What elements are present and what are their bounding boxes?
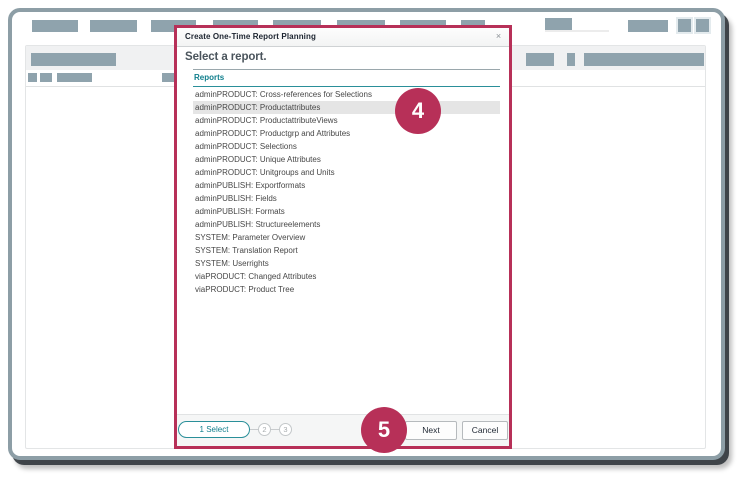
wizard-steps: 1 Select 2 3	[178, 421, 292, 438]
report-list: adminPRODUCT: Cross-references for Selec…	[193, 88, 500, 296]
panel-header-placeholder	[584, 53, 704, 66]
report-list-item[interactable]: adminPRODUCT: Productattributes	[193, 101, 500, 114]
report-list-item[interactable]: SYSTEM: Userrights	[193, 257, 500, 270]
report-list-item[interactable]: adminPRODUCT: Unique Attributes	[193, 153, 500, 166]
report-list-item[interactable]: adminPUBLISH: Formats	[193, 205, 500, 218]
menu-placeholder	[32, 20, 78, 32]
annotation-step-5-badge: 5	[361, 407, 407, 453]
report-list-header: Reports	[193, 69, 500, 87]
cancel-button[interactable]: Cancel	[462, 421, 508, 440]
toolbar-placeholder	[40, 73, 52, 82]
next-button[interactable]: Next	[405, 421, 457, 440]
panel-header-placeholder	[567, 53, 575, 66]
wizard-step-1-select[interactable]: 1 Select	[178, 421, 250, 438]
panel-header-placeholder	[526, 53, 554, 66]
report-list-item[interactable]: adminPRODUCT: Unitgroups and Units	[193, 166, 500, 179]
wizard-connector	[271, 429, 279, 430]
report-list-item[interactable]: adminPUBLISH: Structureelements	[193, 218, 500, 231]
close-icon[interactable]: ×	[493, 31, 504, 42]
report-list-item[interactable]: viaPRODUCT: Changed Attributes	[193, 270, 500, 283]
panel-title-placeholder	[31, 53, 116, 66]
create-report-dialog: Create One-Time Report Planning × Select…	[174, 25, 512, 449]
dialog-titlebar[interactable]: Create One-Time Report Planning ×	[177, 28, 509, 47]
wizard-step-3: 3	[279, 423, 292, 436]
menu-placeholder	[628, 20, 668, 32]
report-list-item[interactable]: adminPRODUCT: Productgrp and Attributes	[193, 127, 500, 140]
menu-underline-placeholder	[545, 30, 609, 32]
report-list-item[interactable]: adminPRODUCT: Cross-references for Selec…	[193, 88, 500, 101]
toolbar-placeholder	[162, 73, 174, 82]
toolbar-button-placeholder	[676, 17, 693, 34]
report-list-item[interactable]: adminPRODUCT: Selections	[193, 140, 500, 153]
report-list-item[interactable]: viaPRODUCT: Product Tree	[193, 283, 500, 296]
toolbar-placeholder	[57, 73, 92, 82]
menu-placeholder	[90, 20, 137, 32]
dialog-heading: Select a report.	[185, 51, 267, 63]
report-list-item[interactable]: adminPUBLISH: Exportformats	[193, 179, 500, 192]
wizard-connector	[250, 429, 258, 430]
report-list-item[interactable]: SYSTEM: Translation Report	[193, 244, 500, 257]
dialog-footer: 1 Select 2 3 Next Cancel	[177, 414, 509, 446]
screenshot-stage: Create One-Time Report Planning × Select…	[0, 0, 741, 479]
toolbar-placeholder	[28, 73, 37, 82]
wizard-step-2: 2	[258, 423, 271, 436]
toolbar-button-placeholder	[694, 17, 711, 34]
menu-placeholder	[545, 18, 572, 30]
report-list-item[interactable]: SYSTEM: Parameter Overview	[193, 231, 500, 244]
annotation-step-4-badge: 4	[395, 88, 441, 134]
report-list-item[interactable]: adminPRODUCT: ProductattributeViews	[193, 114, 500, 127]
report-list-item[interactable]: adminPUBLISH: Fields	[193, 192, 500, 205]
dialog-title: Create One-Time Report Planning	[185, 28, 316, 46]
